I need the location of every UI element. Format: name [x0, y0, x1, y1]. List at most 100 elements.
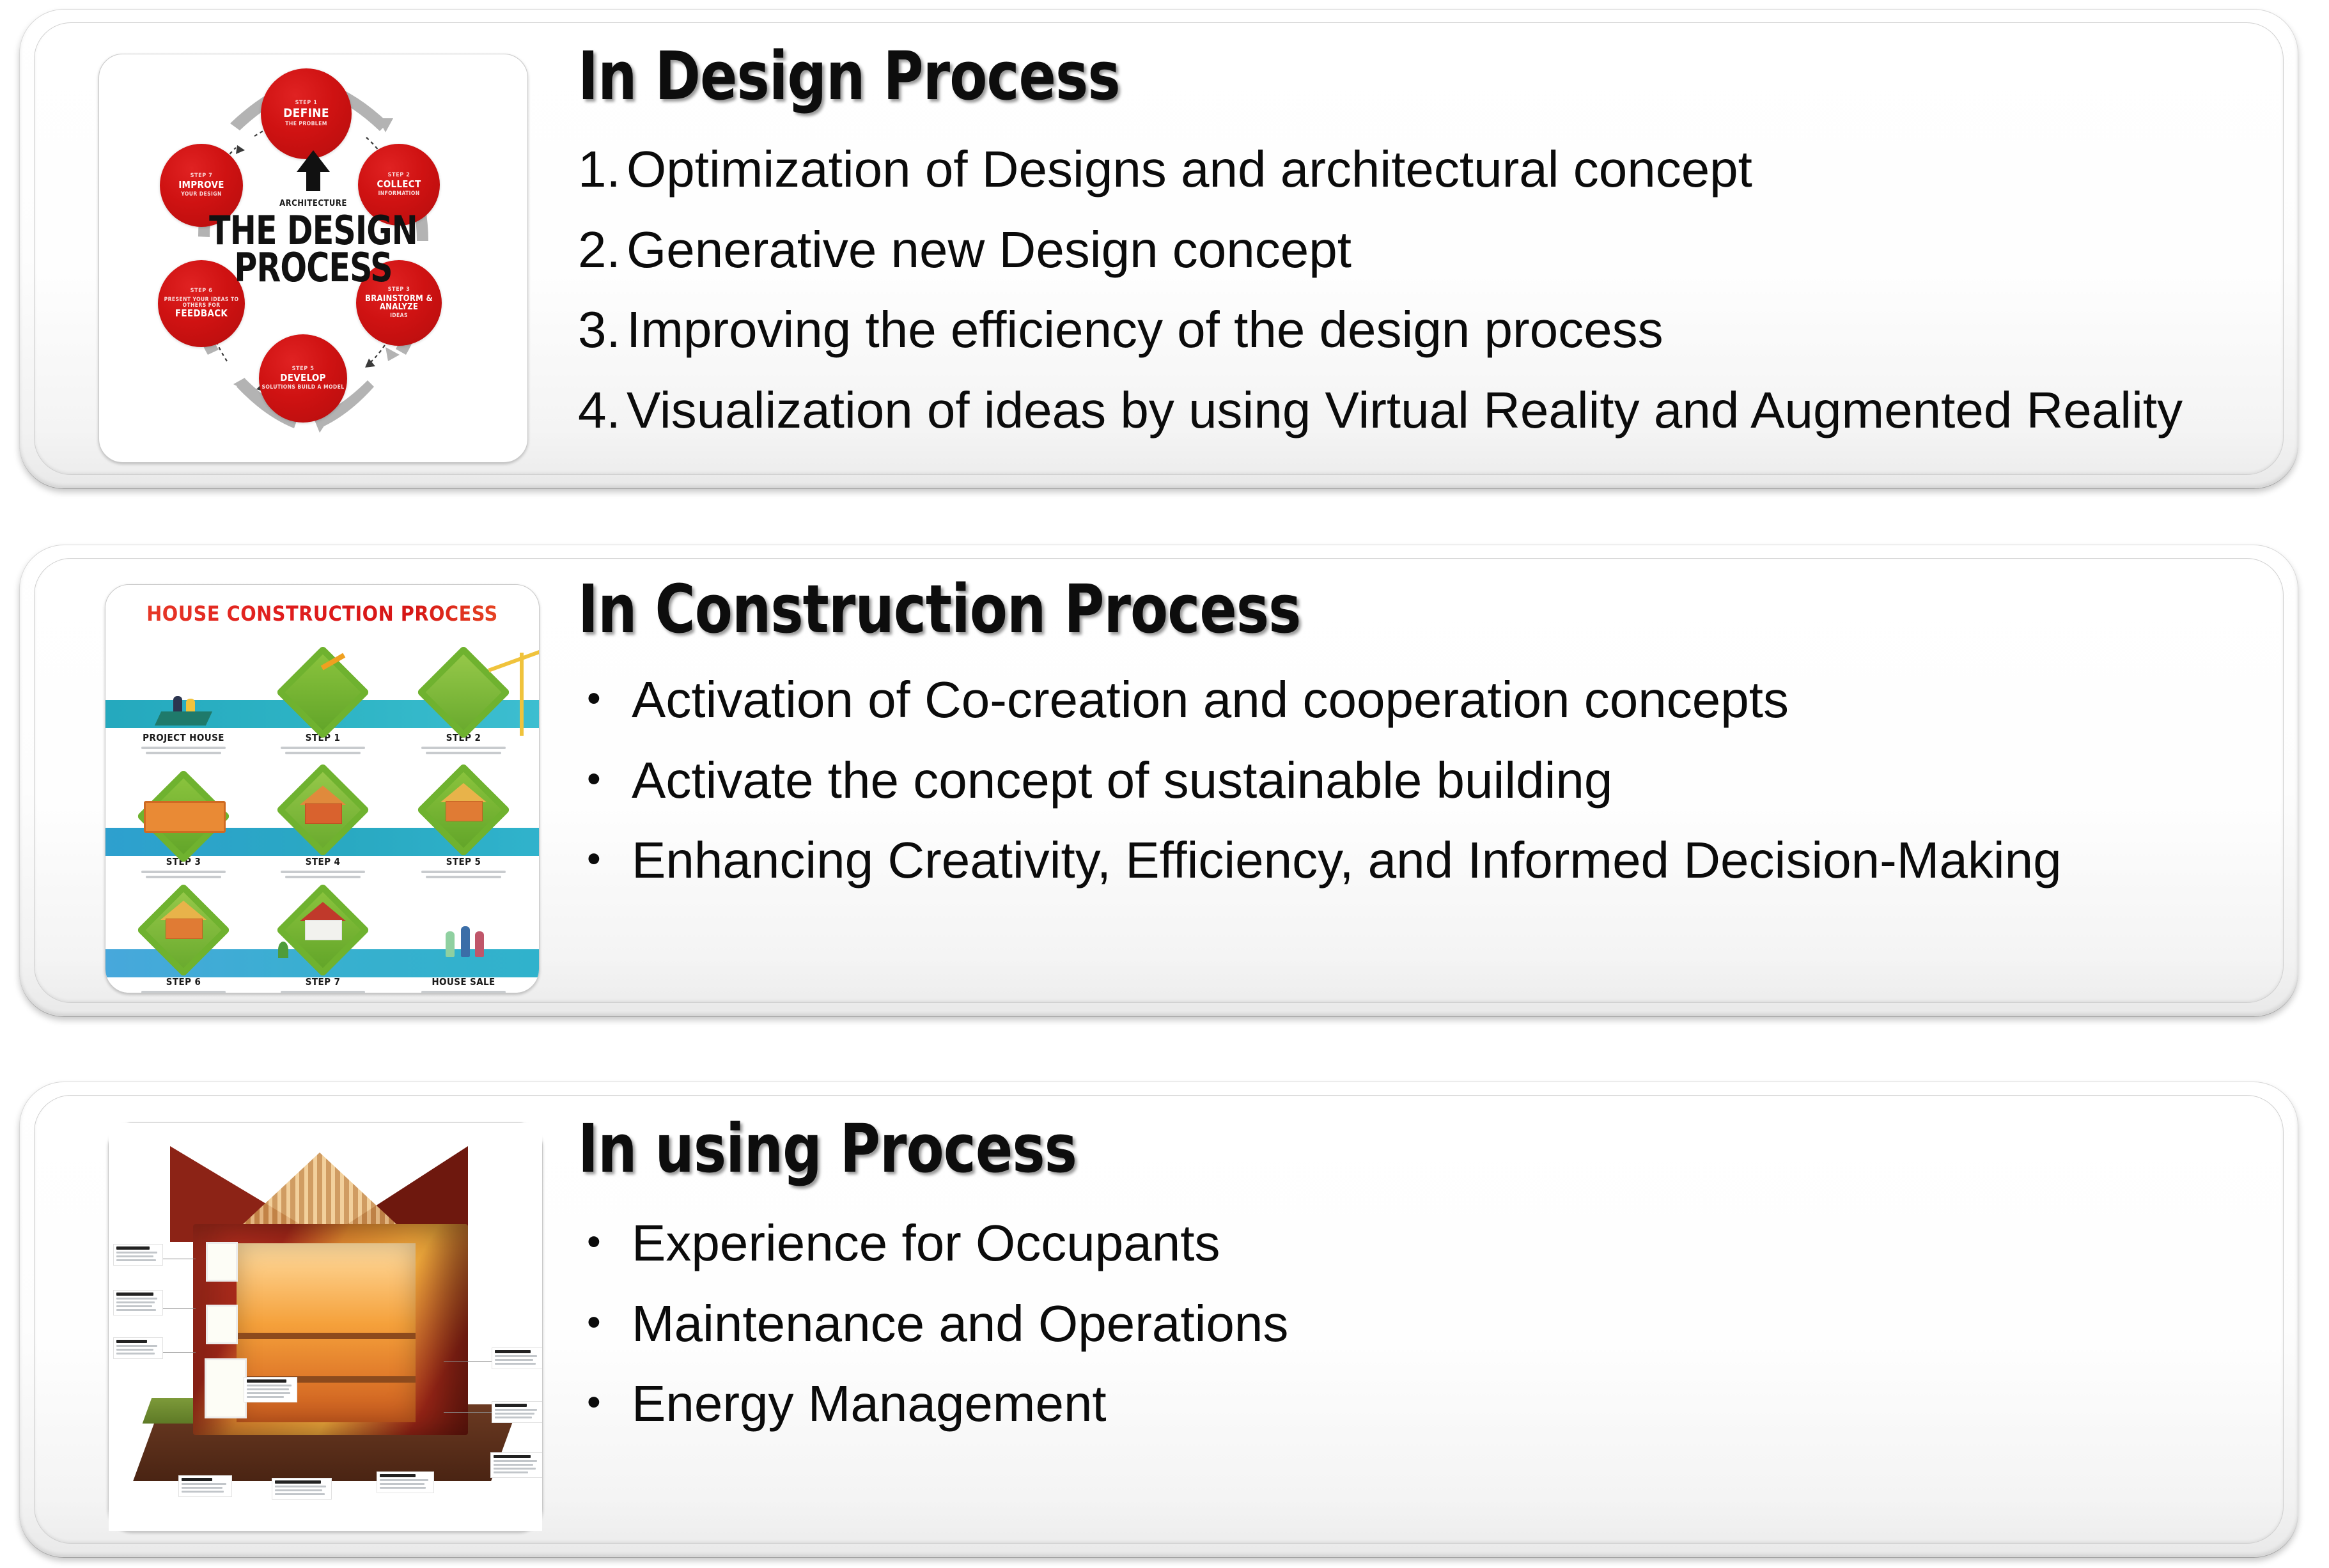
step-label: STEP 5	[292, 365, 315, 372]
step-subtitle: PRESENT YOUR IDEAS TO OTHERS FOR	[164, 296, 239, 309]
card-heading: In using Process	[578, 1110, 1077, 1188]
lorem-lines	[400, 871, 527, 878]
step-title: FEEDBACK	[175, 307, 228, 319]
list-item: • Experience for Occupants	[578, 1217, 2238, 1269]
bullet-icon: •	[587, 837, 601, 881]
list-item: • Activate the concept of sustainable bu…	[578, 754, 2238, 807]
list-item: • Energy Management	[578, 1378, 2238, 1430]
step-subtitle: THE PROBLEM	[285, 121, 327, 128]
list-text: Improving the efficiency of the design p…	[627, 301, 1663, 359]
using-process-text-column: In using Process • Experience for Occupa…	[578, 1096, 2238, 1543]
lorem-lines	[120, 747, 247, 754]
lorem-lines	[120, 871, 247, 878]
step-circle-define: STEP 1 DEFINE THE PROBLEM	[261, 68, 352, 159]
step-label: STEP 7	[305, 976, 341, 988]
bullet-icon: •	[587, 1380, 601, 1425]
construction-process-text-column: In Construction Process • Activation of …	[578, 559, 2238, 1002]
callout	[377, 1472, 433, 1493]
bullet-icon: •	[587, 676, 601, 720]
list-text: Activate the concept of sustainable buil…	[632, 751, 1613, 809]
process-step-cell: STEP 1	[259, 645, 387, 757]
card-heading: In Construction Process	[578, 570, 1301, 648]
house-construction-process-infographic: HOUSE CONSTRUCTION PROCESS PROJECT HOUSE	[105, 585, 539, 993]
lorem-lines	[400, 747, 527, 754]
list-item: 1. Optimization of Designs and architect…	[578, 143, 2238, 196]
callout	[114, 1245, 162, 1265]
wheel-center-text: ARCHITECTURE THE DESIGN PROCESS	[173, 199, 454, 291]
step-title: DEVELOP	[280, 372, 326, 384]
card-construction-process: HOUSE CONSTRUCTION PROCESS PROJECT HOUSE	[19, 545, 2298, 1016]
callout	[492, 1348, 542, 1369]
lorem-lines	[259, 747, 387, 754]
callout	[272, 1479, 331, 1499]
callout	[114, 1291, 162, 1315]
step-label: PROJECT HOUSE	[143, 732, 224, 743]
step-label: HOUSE SALE	[432, 976, 495, 988]
callout	[114, 1338, 162, 1358]
list-text: Optimization of Designs and architectura…	[627, 141, 1752, 198]
callout	[244, 1378, 297, 1402]
card-using-process: In using Process • Experience for Occupa…	[19, 1082, 2298, 1557]
step-label: STEP 5	[446, 856, 481, 867]
construction-process-list: • Activation of Co-creation and cooperat…	[578, 674, 2238, 915]
step-label: STEP 1	[295, 99, 318, 106]
cutaway-house-image-frame	[108, 1122, 543, 1532]
bullet-icon: •	[587, 1300, 601, 1344]
lorem-lines	[259, 871, 387, 878]
list-item: 2. Generative new Design concept	[578, 221, 2238, 278]
infographic-title: HOUSE CONSTRUCTION PROCESS	[105, 602, 539, 626]
list-text: Enhancing Creativity, Efficiency, and In…	[632, 832, 2062, 889]
step-subtitle: SOLUTIONS BUILD A MODEL	[261, 384, 345, 391]
list-marker: 2.	[578, 221, 621, 278]
lorem-lines	[400, 991, 527, 993]
window	[206, 1305, 238, 1344]
list-marker: 4.	[578, 381, 621, 439]
callout-line	[444, 1412, 497, 1413]
callout-line	[444, 1361, 497, 1362]
step-subtitle: INFORMATION	[378, 190, 420, 198]
step-circle-develop: STEP 5 DEVELOP SOLUTIONS BUILD A MODEL	[259, 334, 347, 423]
window	[205, 1358, 247, 1418]
list-text: Energy Management	[632, 1375, 1107, 1432]
window	[206, 1242, 238, 1282]
card-design-process: STEP 1 DEFINE THE PROBLEM STEP 2 COLLECT…	[19, 9, 2298, 488]
list-marker: 1.	[578, 141, 621, 198]
list-text: Activation of Co-creation and cooperatio…	[632, 671, 1789, 728]
callout	[179, 1476, 231, 1496]
process-step-cell: HOUSE SALE	[400, 897, 527, 993]
step-label: STEP 4	[305, 856, 341, 867]
card-inner-frame: HOUSE CONSTRUCTION PROCESS PROJECT HOUSE	[34, 558, 2284, 1003]
list-text: Experience for Occupants	[632, 1215, 1220, 1271]
list-item: • Maintenance and Operations	[578, 1297, 2238, 1350]
design-process-text-column: In Design Process 1. Optimization of Des…	[578, 23, 2238, 474]
process-step-cell: STEP 3	[120, 769, 247, 881]
callout	[492, 1402, 542, 1422]
process-step-cell: STEP 7	[259, 883, 387, 993]
step-title: COLLECT	[377, 178, 421, 190]
process-step-cell: STEP 4	[259, 763, 387, 881]
step-label: STEP 7	[190, 172, 213, 179]
bullet-icon: •	[587, 1220, 601, 1264]
callout	[491, 1453, 542, 1477]
list-item: • Enhancing Creativity, Efficiency, and …	[578, 834, 2238, 887]
wheel-title-line-2: PROCESS	[234, 244, 393, 291]
the-design-process-wheel: STEP 1 DEFINE THE PROBLEM STEP 2 COLLECT…	[99, 54, 527, 462]
step-subtitle: IDEAS	[390, 312, 408, 319]
list-item: 3. Improving the efficiency of the desig…	[578, 304, 2238, 356]
list-text: Generative new Design concept	[627, 221, 1351, 278]
step-subtitle: YOUR DESIGN	[181, 191, 222, 198]
process-step-cell: PROJECT HOUSE	[120, 659, 247, 757]
step-label: STEP 6	[166, 976, 201, 988]
step-label: STEP 6	[190, 288, 213, 295]
step-title: IMPROVE	[178, 179, 224, 191]
process-step-cell: STEP 6	[120, 883, 247, 993]
bullet-icon: •	[587, 756, 601, 801]
card-inner-frame: In using Process • Experience for Occupa…	[34, 1095, 2284, 1544]
house-construction-image-frame: HOUSE CONSTRUCTION PROCESS PROJECT HOUSE	[105, 584, 540, 993]
step-title: BRAINSTORM & ANALYZE	[365, 293, 433, 313]
list-item: 4. Visualization of ideas by using Virtu…	[578, 384, 2238, 437]
step-label: STEP 2	[387, 171, 410, 178]
design-process-list: 1. Optimization of Designs and architect…	[578, 143, 2238, 464]
process-step-cell: STEP 2	[400, 645, 527, 757]
cutaway-house-illustration	[109, 1123, 542, 1531]
